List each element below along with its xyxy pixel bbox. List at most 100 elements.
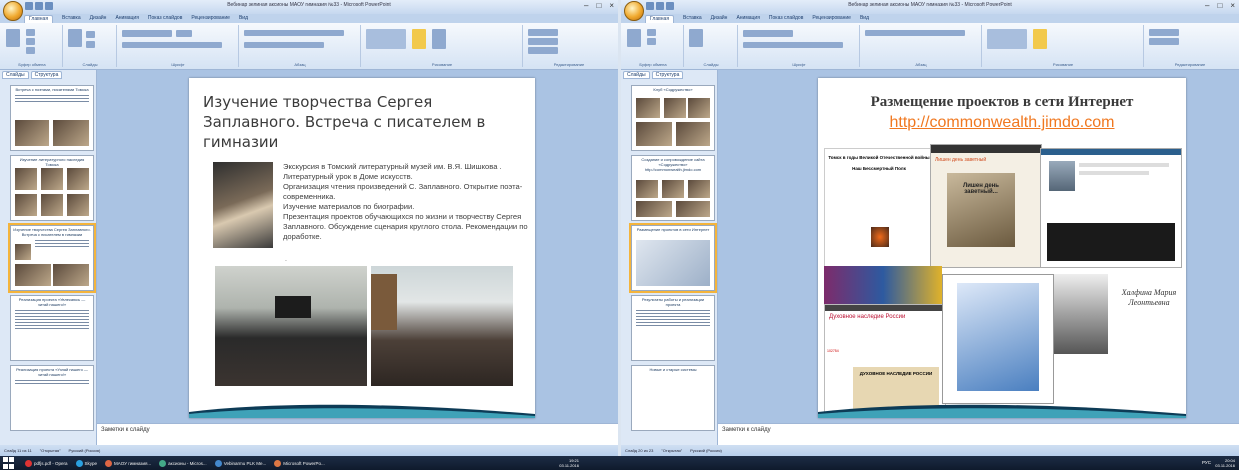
close-button[interactable]: × [609, 1, 614, 10]
maximize-button[interactable]: □ [596, 1, 601, 10]
close-button[interactable]: × [1230, 1, 1235, 10]
copy-icon[interactable] [647, 38, 656, 45]
notes-pane[interactable]: Заметки к слайду [718, 423, 1239, 445]
slide-thumbnail[interactable]: Размещение проектов в сети Интернет [623, 223, 717, 293]
tab-animation[interactable]: Анимация [115, 15, 138, 23]
group-font[interactable]: Шрифт [118, 25, 239, 67]
layout-icon[interactable] [86, 31, 95, 38]
format-painter-icon[interactable] [26, 47, 35, 54]
paragraph-icons[interactable] [865, 30, 965, 36]
paste-icon[interactable] [627, 29, 641, 47]
slide-thumbnail[interactable]: Создание и сопровождение сайта «Содружес… [623, 155, 715, 221]
delete-slide-icon[interactable] [86, 41, 95, 48]
tab-home[interactable]: Главная [645, 15, 675, 23]
paste-icon[interactable] [6, 29, 20, 47]
taskbar-item[interactable]: Vebinarmu PLK Me... [214, 459, 266, 467]
group-drawing[interactable]: Рисование [362, 25, 523, 67]
office-button[interactable] [624, 1, 644, 21]
tab-outline[interactable]: Структура [30, 71, 63, 79]
select-icon[interactable] [528, 47, 558, 54]
tab-view[interactable]: Вид [860, 15, 869, 23]
tab-insert[interactable]: Вставка [62, 15, 81, 23]
find-icon[interactable] [1149, 29, 1179, 36]
clock-left[interactable]: 19:21 03.11.2016 [559, 458, 579, 468]
group-editing[interactable]: Редактирование [524, 25, 614, 67]
tab-slideshow[interactable]: Показ слайдов [148, 15, 182, 23]
group-editing[interactable]: Редактирование [1145, 25, 1235, 67]
group-clipboard[interactable]: Буфер обмена [623, 25, 684, 67]
current-slide[interactable]: Размещение проектов в сети Интернет http… [818, 78, 1186, 418]
minimize-button[interactable]: – [1205, 1, 1209, 10]
slide-thumbnail[interactable]: Новые и старые системы [623, 365, 715, 431]
group-label: Шрифт [792, 62, 806, 67]
slide-thumbnail[interactable]: Реализация проекта «Увлекаюсь — читай на… [2, 295, 94, 361]
font-format-icons[interactable] [122, 42, 222, 48]
tab-animation[interactable]: Анимация [736, 15, 759, 23]
slide-title[interactable]: Размещение проектов в сети Интернет [818, 94, 1186, 111]
tab-review[interactable]: Рецензирование [812, 15, 851, 23]
notes-pane[interactable]: Заметки к слайду [97, 423, 618, 445]
tab-design[interactable]: Дизайн [90, 15, 107, 23]
tab-insert[interactable]: Вставка [683, 15, 702, 23]
cut-icon[interactable] [26, 29, 35, 36]
slide-thumbnail[interactable]: Реализация проекта «Узнай нашего — читай… [2, 365, 94, 431]
language-indicator[interactable]: РУС [1202, 460, 1211, 465]
paragraph-icons[interactable] [244, 30, 344, 36]
tab-home[interactable]: Главная [24, 15, 54, 23]
minimize-button[interactable]: – [584, 1, 588, 10]
tab-design[interactable]: Дизайн [711, 15, 728, 23]
taskbar-item[interactable]: pdfjs.pdf - Opera [25, 459, 68, 467]
tab-review[interactable]: Рецензирование [191, 15, 230, 23]
slide-title[interactable]: Изучение творчества Сергея Заплавного. В… [203, 92, 528, 152]
group-clipboard[interactable]: Буфер обмена [2, 25, 63, 67]
arrange-icon[interactable] [412, 29, 426, 49]
group-drawing[interactable]: Рисование [983, 25, 1144, 67]
slide-thumbnail[interactable]: Клуб «Содружество» [623, 85, 715, 151]
taskbar-item[interactable]: Microsoft PowerPo... [274, 459, 325, 467]
slide-thumbnail[interactable]: Изучение литературного наследия Томска [2, 155, 94, 221]
taskbar-item[interactable]: Skype [75, 459, 97, 467]
tab-slides[interactable]: Слайды [623, 71, 650, 79]
group-font[interactable]: Шрифт [739, 25, 860, 67]
tab-slides[interactable]: Слайды [2, 71, 29, 79]
arrange-icon[interactable] [1033, 29, 1047, 49]
taskbar-item[interactable]: МАОУ гимназия... [105, 459, 151, 467]
shapes-gallery[interactable] [366, 29, 406, 49]
tab-outline[interactable]: Структура [651, 71, 684, 79]
office-button[interactable] [3, 1, 23, 21]
replace-icon[interactable] [528, 38, 558, 45]
cut-icon[interactable] [647, 29, 656, 36]
slide-body[interactable]: Экскурсия в Томский литературный музей и… [283, 162, 529, 242]
group-slides[interactable]: Слайды [64, 25, 117, 67]
slide-editing-area[interactable]: Размещение проектов в сети Интернет http… [718, 70, 1239, 423]
taskbar-item[interactable]: аксионы - Micros... [159, 459, 207, 467]
slide-thumbnails[interactable]: Клуб «Содружество» Создание и сопровожде… [621, 82, 717, 445]
slide-thumbnail[interactable]: Изучение творчества Сергея Заплавного. В… [2, 223, 96, 293]
quick-styles-icon[interactable] [432, 29, 446, 49]
group-paragraph[interactable]: Абзац [861, 25, 982, 67]
group-paragraph[interactable]: Абзац [240, 25, 361, 67]
clock-right[interactable]: 20:04 03.11.2016 [1215, 458, 1235, 468]
font-size-select[interactable] [176, 30, 192, 37]
start-button[interactable] [3, 457, 17, 469]
font-family-select[interactable] [743, 30, 793, 37]
font-format-icons[interactable] [743, 42, 843, 48]
tab-view[interactable]: Вид [239, 15, 248, 23]
group-slides[interactable]: Слайды [685, 25, 738, 67]
find-icon[interactable] [528, 29, 558, 36]
slide-thumbnail[interactable]: Встреча с поэтами, писателями Томска [2, 85, 94, 151]
maximize-button[interactable]: □ [1217, 1, 1222, 10]
font-family-select[interactable] [122, 30, 172, 37]
tab-slideshow[interactable]: Показ слайдов [769, 15, 803, 23]
align-icons[interactable] [244, 42, 324, 48]
shapes-gallery[interactable] [987, 29, 1027, 49]
slide-editing-area[interactable]: Изучение творчества Сергея Заплавного. В… [97, 70, 618, 423]
slide-thumbnails[interactable]: Встреча с поэтами, писателями Томска Изу… [0, 82, 96, 445]
replace-icon[interactable] [1149, 38, 1179, 45]
website-link[interactable]: http://commonwealth.jimdo.com [818, 114, 1186, 132]
current-slide[interactable]: Изучение творчества Сергея Заплавного. В… [189, 78, 535, 418]
new-slide-icon[interactable] [689, 29, 703, 47]
copy-icon[interactable] [26, 38, 35, 45]
slide-thumbnail[interactable]: Результаты работы и реализации проекта [623, 295, 715, 361]
new-slide-icon[interactable] [68, 29, 82, 47]
